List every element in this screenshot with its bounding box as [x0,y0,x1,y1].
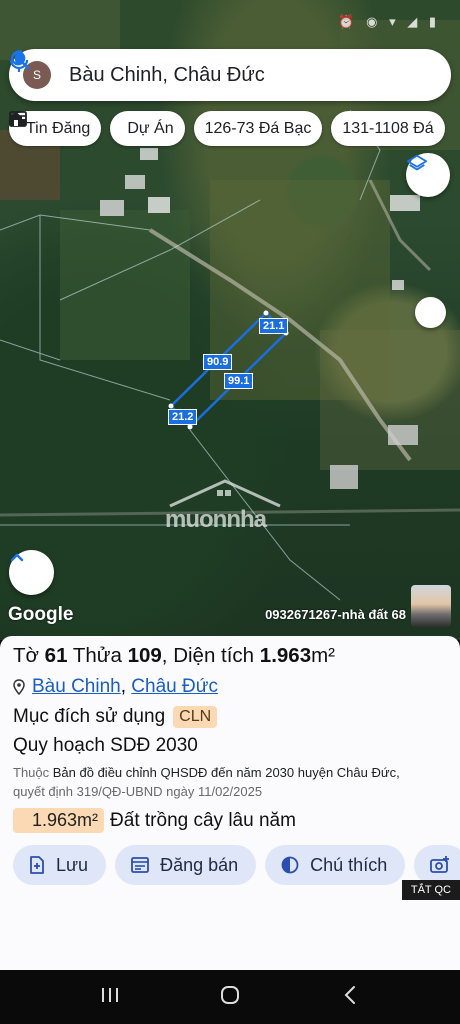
system-navigation-bar [0,970,460,1024]
action-buttons: Lưu Đăng bán Chú thích [13,845,460,885]
chip-126-73[interactable]: 126-73 Đá Bạc [193,111,323,146]
note-decision: quyết định 319/QĐ-UBND ngày 11/02/2025 [13,784,263,799]
legend-button[interactable]: Chú thích [265,845,406,885]
area-value: 1.963 [259,644,312,667]
purpose-label: Mục đích sử dụng [13,706,166,727]
home-icon [220,985,240,1010]
area-label: , Diện tích [161,644,255,667]
contact-label: 0932671267-nhà đất 68 [265,607,406,622]
disable-ads-button[interactable]: TẮT QC [401,880,460,900]
add-photo-icon [430,856,450,874]
save-label: Lưu [56,854,89,875]
satellite-map[interactable]: ⏰ ◉ ▾ ◢ ▮ 21.1 90.9 99.1 21.2 S Bàu Chin… [0,0,460,640]
watermark-logo: muonnha [165,478,300,533]
land-use-purpose: Mục đích sử dụng CLN [13,706,218,728]
save-button[interactable]: Lưu [13,845,107,885]
area-badge: 1.963m² [13,808,105,833]
microphone-icon[interactable] [9,50,437,90]
measurement-label: 21.1 [259,318,289,334]
status-bar-icons: ⏰ ◉ ▾ ◢ ▮ [338,14,440,29]
measurement-label: 90.9 [203,354,233,370]
chip-label: 126-73 Đá Bạc [204,119,312,137]
home-button[interactable] [210,977,250,1017]
filter-chips: Tin Đăng Dự Án 126-73 Đá Bạc 131-1108 Đá [9,111,445,146]
legend-contrast-icon [281,856,299,874]
search-icon[interactable] [11,51,399,90]
search-query[interactable]: Bàu Chinh, Châu Đức [69,64,361,87]
chip-du-an[interactable]: Dự Án [10,111,185,146]
plan-title: Quy hoạch SDĐ 2030 [13,735,198,756]
google-attribution: Google [8,604,74,625]
post-for-sale-label: Đăng bán [160,854,239,875]
land-type-row: 1.963m² Đất trồng cây lâu năm [13,808,296,833]
sheet-label: Tờ [13,644,39,667]
note-document: Bản đồ điều chỉnh QHSDĐ đến năm 2030 huy… [52,765,400,780]
district-link[interactable]: Châu Đức [131,676,218,698]
commune-link[interactable]: Bàu Chinh [32,676,121,698]
land-type-label: Đất trồng cây lâu năm [110,809,296,831]
lot-number: 109 [127,644,162,667]
address-separator: , [120,676,132,697]
listing-icon [131,857,149,873]
chip-label: 131-1108 Đá [342,119,434,137]
back-button[interactable] [330,977,370,1017]
lot-label: Thửa [72,644,122,667]
note-prefix: Thuộc [13,765,50,780]
layers-button[interactable] [406,153,450,197]
camera-button[interactable] [414,845,460,885]
parcel-address: Bàu Chinh, Châu Đức [13,676,218,698]
chip-label: Tin Đăng [26,119,91,137]
recent-apps-icon [100,986,120,1009]
chip-131-1108[interactable]: 131-1108 Đá [331,111,445,146]
purpose-code-badge: CLN [173,706,218,728]
recent-apps-button[interactable] [90,977,130,1017]
parcel-title: Tờ 61 Thửa 109, Diện tích 1.963m² [13,644,335,668]
search-bar[interactable]: S Bàu Chinh, Châu Đức [9,49,451,101]
plan-source-note: Thuộc Bản đồ điều chỉnh QHSDĐ đến năm 20… [13,763,453,801]
measurement-label: 21.2 [168,409,198,425]
back-arrow-icon [343,985,357,1010]
chip-label: Dự Án [127,119,174,137]
legend-label: Chú thích [310,854,388,875]
measurement-label: 99.1 [224,373,254,389]
add-document-icon [29,856,45,874]
location-dot-button[interactable] [415,297,446,328]
contact-avatar[interactable] [411,585,451,627]
sheet-number: 61 [44,644,68,667]
area-unit: m² [311,644,336,667]
parcel-info-panel: Tờ 61 Thửa 109, Diện tích 1.963m² Bàu Ch… [0,636,460,970]
post-for-sale-button[interactable]: Đăng bán [115,845,257,885]
location-pin-icon [13,679,25,695]
expand-panel-button[interactable] [9,550,54,595]
watermark-text: muonnha [165,506,267,533]
